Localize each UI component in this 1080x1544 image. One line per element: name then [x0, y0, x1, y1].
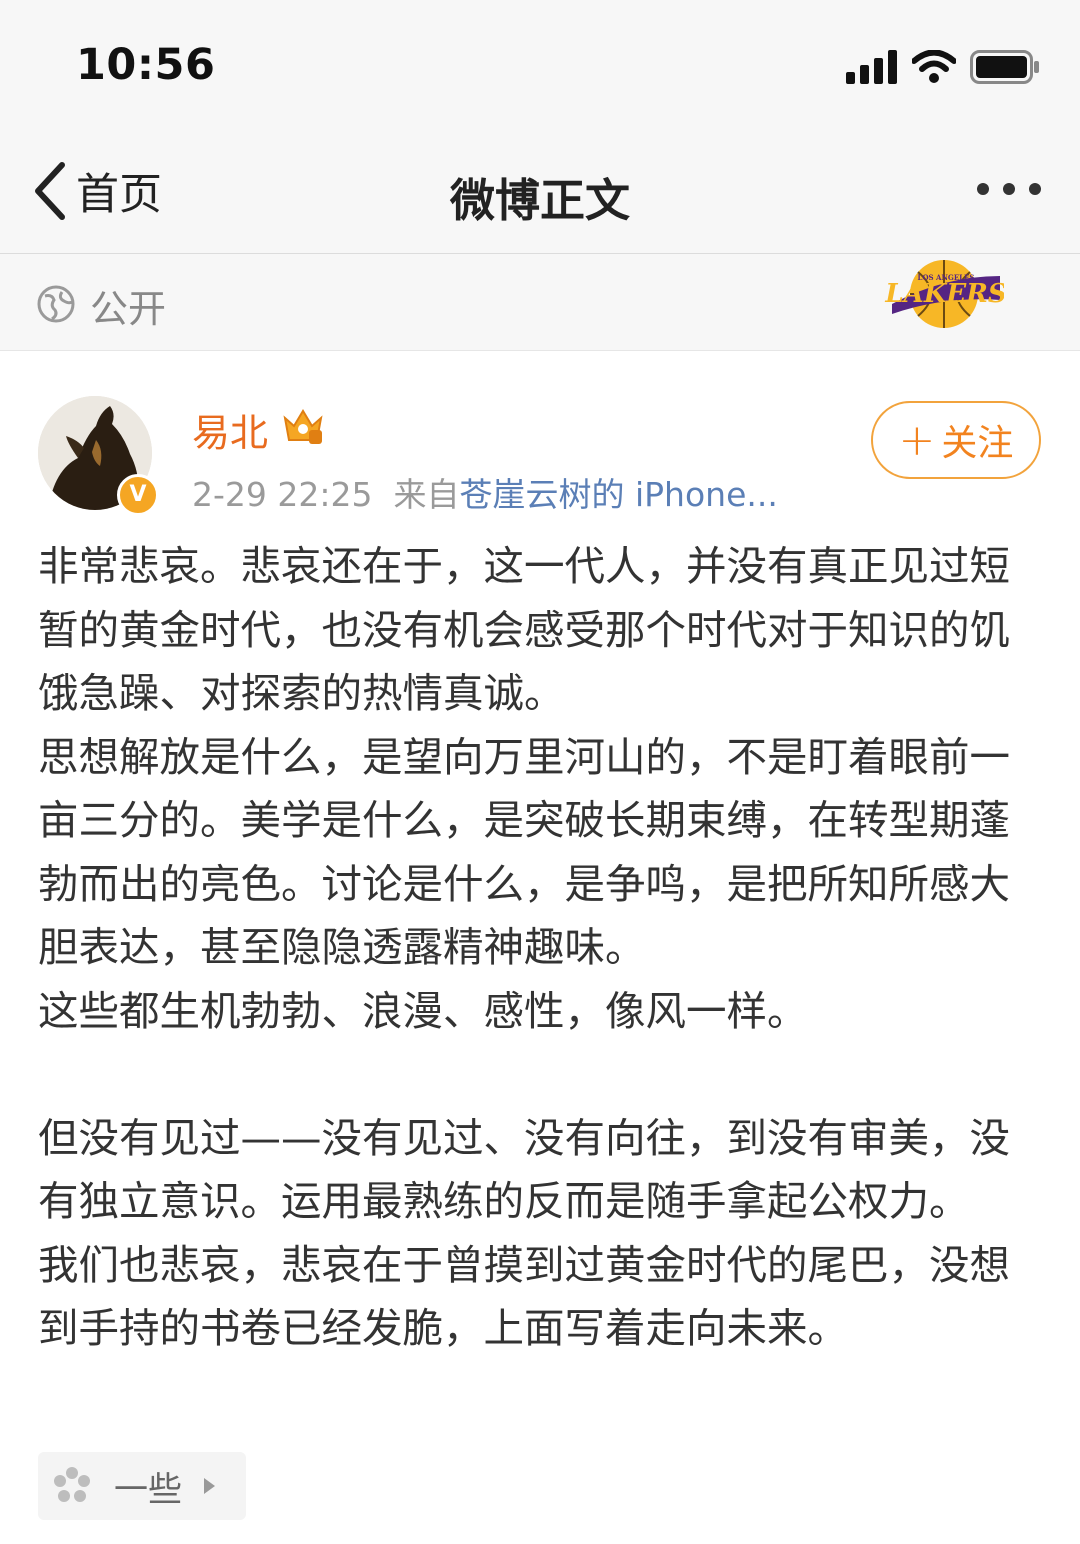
flower-icon — [54, 1467, 90, 1502]
more-dots-icon[interactable] — [976, 182, 1042, 196]
lakers-logo: LOS ANGELES LAKERS — [884, 260, 1004, 328]
post-paragraph: 非常悲哀。悲哀还在于，这一代人，并没有真正见过短暂的黄金时代，也没有机会感受那个… — [38, 542, 1010, 717]
svg-text:LAKERS: LAKERS — [884, 279, 1004, 309]
post-paragraph: 但没有见过——没有见过、没有向往，到没有审美，没有独立意识。运用最熟练的反而是随… — [38, 1113, 1010, 1226]
nav-bar: 首页 微博正文 — [0, 130, 1080, 254]
source-prefix: 来自 — [393, 475, 460, 514]
post-paragraph: 思想解放是什么，是望向万里河山的，不是盯着眼前一亩三分的。美学是什么，是突破长期… — [38, 732, 1010, 972]
follow-label: 关注 — [941, 423, 1014, 464]
visibility-label: 公开 — [90, 287, 167, 331]
user-name[interactable]: 易北 — [192, 402, 268, 457]
page-title: 微博正文 — [449, 174, 630, 227]
source-link[interactable]: 苍崖云树的 iPhone... — [459, 475, 777, 514]
post-paragraph: 我们也悲哀，悲哀在于曾摸到过黄金时代的尾巴，没想到手持的书卷已经发脆，上面写着走… — [38, 1240, 1010, 1353]
post-paragraph: 这些都生机勃勃、浪漫、感性，像风一样。 — [38, 986, 808, 1035]
verified-badge: V — [117, 474, 159, 516]
topic-label: 一些 — [114, 1469, 182, 1510]
plus-icon: + — [898, 414, 936, 466]
topic-chip[interactable]: 一些 — [38, 1452, 246, 1520]
chevron-right-icon — [204, 1478, 215, 1494]
follow-button[interactable]: + 关注 — [871, 401, 1041, 479]
post-blank-line — [38, 1043, 1048, 1107]
signal-icon — [846, 50, 897, 84]
wifi-icon — [912, 50, 956, 83]
status-time: 10:56 — [76, 40, 216, 90]
crown-icon — [283, 409, 323, 444]
post-body: 非常悲哀。悲哀还在于，这一代人，并没有真正见过短暂的黄金时代，也没有机会感受那个… — [38, 535, 1048, 1361]
battery-icon — [970, 50, 1039, 84]
post-meta: 2-29 22:25 来自苍崖云树的 iPhone... — [192, 468, 778, 516]
globe-icon — [37, 285, 75, 323]
status-bar: 10:56 — [0, 0, 1080, 130]
post-timestamp: 2-29 22:25 — [192, 475, 373, 514]
status-icons — [846, 44, 1040, 90]
